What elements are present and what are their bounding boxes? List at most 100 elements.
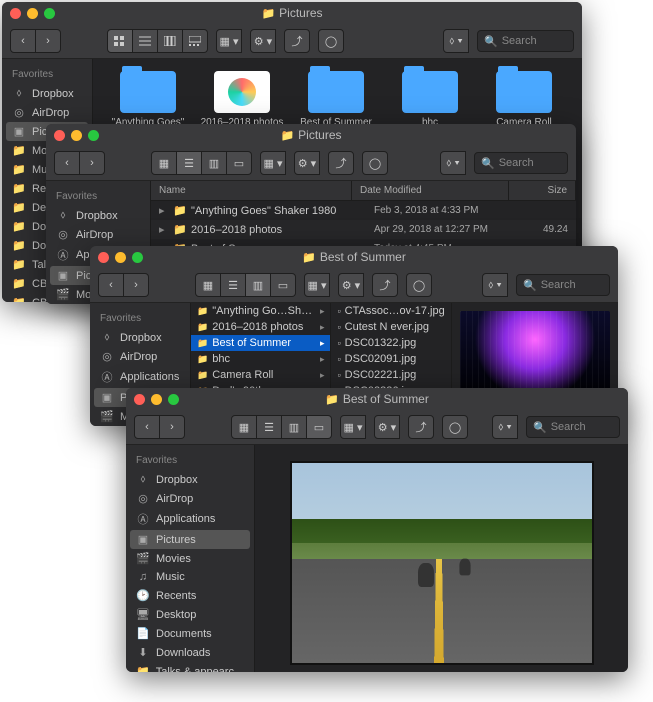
column-item[interactable]: ▫DSC02091.jpg [331, 351, 451, 367]
forward-button[interactable]: › [36, 29, 61, 53]
close-button[interactable] [98, 252, 109, 263]
sidebar-item[interactable]: ◎AirDrop [46, 225, 150, 244]
column-view-button[interactable]: ▥ [282, 415, 307, 439]
sidebar-item[interactable]: ⒶApplications [126, 508, 254, 530]
icon-view-button[interactable] [107, 29, 133, 53]
action-button[interactable]: ⚙ ▾ [338, 273, 364, 297]
sidebar-item[interactable]: ⬨Dropbox [126, 470, 254, 489]
column-item[interactable]: 📁Camera Roll▸ [191, 367, 330, 383]
list-header[interactable]: Name Date Modified Size [151, 181, 576, 201]
image-preview[interactable] [290, 461, 594, 665]
disclosure-triangle[interactable]: ▸ [159, 204, 169, 217]
gallery-view-area[interactable] [255, 445, 628, 672]
tags-button[interactable]: ◯ [362, 151, 388, 175]
column-item[interactable]: ▫DSC01322.jpg [331, 335, 451, 351]
icon-view-button[interactable]: ▦ [151, 151, 177, 175]
tags-button[interactable]: ◯ [406, 273, 432, 297]
column-header-date[interactable]: Date Modified [352, 181, 509, 200]
back-button[interactable]: ‹ [134, 415, 160, 439]
arrange-button[interactable]: ▦ ▾ [340, 415, 366, 439]
share-button[interactable]: ⤴ [408, 415, 434, 439]
minimize-button[interactable] [71, 130, 82, 141]
column-header-size[interactable]: Size [509, 181, 576, 200]
minimize-button[interactable] [27, 8, 38, 19]
sidebar-item[interactable]: 🖥Desktop [126, 605, 254, 624]
column-item[interactable]: 📁Best of Summer▸ [191, 335, 330, 351]
column-view-button[interactable]: ▥ [246, 273, 271, 297]
back-button[interactable]: ‹ [54, 151, 80, 175]
zoom-button[interactable] [168, 394, 179, 405]
back-button[interactable]: ‹ [98, 273, 124, 297]
sidebar-item[interactable]: ⒶApplications [90, 366, 190, 388]
action-button[interactable]: ⚙ ▾ [294, 151, 320, 175]
sidebar-item[interactable]: ◎AirDrop [2, 103, 92, 122]
column-header-name[interactable]: Name [151, 181, 352, 200]
titlebar[interactable]: 📁 Best of Summer [126, 388, 628, 410]
disclosure-triangle[interactable]: ▸ [159, 223, 169, 236]
forward-button[interactable]: › [124, 273, 149, 297]
column-item[interactable]: 📁2016–2018 photos▸ [191, 319, 330, 335]
sidebar-item[interactable]: ♫Music [126, 568, 254, 586]
column-item[interactable]: ▫DSC02221.jpg [331, 367, 451, 383]
tags-button[interactable]: ◯ [318, 29, 344, 53]
gallery-view-button[interactable]: ▭ [271, 273, 296, 297]
sidebar-item[interactable]: ▣Pictures [130, 530, 250, 549]
list-view-button[interactable]: ☰ [257, 415, 282, 439]
sidebar-item[interactable]: 🎬Movies [126, 549, 254, 568]
sidebar-item[interactable]: 📄Documents [126, 624, 254, 643]
column-item[interactable]: 📁"Anything Go…Shaker 1980▸ [191, 303, 330, 319]
gallery-view-button[interactable] [183, 29, 208, 53]
arrange-button[interactable]: ▦ ▾ [304, 273, 330, 297]
gallery-view-button[interactable]: ▭ [227, 151, 252, 175]
sidebar-item[interactable]: 🕑Recents [126, 586, 254, 605]
zoom-button[interactable] [44, 8, 55, 19]
back-button[interactable]: ‹ [10, 29, 36, 53]
action-button[interactable]: ⚙ ▾ [250, 29, 276, 53]
list-view-button[interactable]: ☰ [177, 151, 202, 175]
titlebar[interactable]: 📁 Best of Summer [90, 246, 618, 268]
action-button[interactable]: ⚙ ▾ [374, 415, 400, 439]
sidebar-item[interactable]: ⬨Dropbox [46, 206, 150, 225]
list-view-button[interactable] [133, 29, 158, 53]
close-button[interactable] [10, 8, 21, 19]
forward-button[interactable]: › [80, 151, 105, 175]
gallery-view-button[interactable]: ▭ [307, 415, 332, 439]
share-button[interactable]: ⤴ [372, 273, 398, 297]
titlebar[interactable]: 📁 Pictures [2, 2, 582, 24]
list-row[interactable]: ▸📁2016–2018 photosApr 29, 2018 at 12:27 … [151, 220, 576, 239]
dropbox-button[interactable]: ⬨ ▾ [492, 415, 518, 439]
icon-view-button[interactable]: ▦ [231, 415, 257, 439]
list-view-button[interactable]: ☰ [221, 273, 246, 297]
column-item[interactable]: ▫Cutest N ever.jpg [331, 319, 451, 335]
sidebar-item[interactable]: ⬇Downloads [126, 643, 254, 662]
arrange-button[interactable]: ▦ ▾ [216, 29, 242, 53]
dropbox-button[interactable]: ⬨ ▾ [443, 29, 469, 53]
search-field[interactable]: 🔍 Search [477, 30, 574, 52]
search-field[interactable]: 🔍Search [526, 416, 620, 438]
dropbox-button[interactable]: ⬨ ▾ [440, 151, 466, 175]
sidebar-item[interactable]: 📁Talks & appearc… [126, 662, 254, 672]
share-button[interactable]: ⤴ [328, 151, 354, 175]
minimize-button[interactable] [151, 394, 162, 405]
close-button[interactable] [54, 130, 65, 141]
column-view-button[interactable] [158, 29, 183, 53]
icon-view-button[interactable]: ▦ [195, 273, 221, 297]
arrange-button[interactable]: ▦ ▾ [260, 151, 286, 175]
tags-button[interactable]: ◯ [442, 415, 468, 439]
forward-button[interactable]: › [160, 415, 185, 439]
titlebar[interactable]: 📁 Pictures [46, 124, 576, 146]
sidebar-item[interactable]: ◎AirDrop [126, 489, 254, 508]
zoom-button[interactable] [88, 130, 99, 141]
sidebar-item[interactable]: ⬨Dropbox [90, 328, 190, 347]
column-item[interactable]: 📁bhc▸ [191, 351, 330, 367]
sidebar-item[interactable]: ⬨Dropbox [2, 84, 92, 103]
column-item[interactable]: ▫CTAssoc…ov-17.jpg [331, 303, 451, 319]
sidebar-item[interactable]: ◎AirDrop [90, 347, 190, 366]
dropbox-button[interactable]: ⬨ ▾ [482, 273, 508, 297]
zoom-button[interactable] [132, 252, 143, 263]
close-button[interactable] [134, 394, 145, 405]
column-view-button[interactable]: ▥ [202, 151, 227, 175]
search-field[interactable]: 🔍Search [474, 152, 568, 174]
list-row[interactable]: ▸📁"Anything Goes" Shaker 1980Feb 3, 2018… [151, 201, 576, 220]
share-button[interactable]: ⤴ [284, 29, 310, 53]
